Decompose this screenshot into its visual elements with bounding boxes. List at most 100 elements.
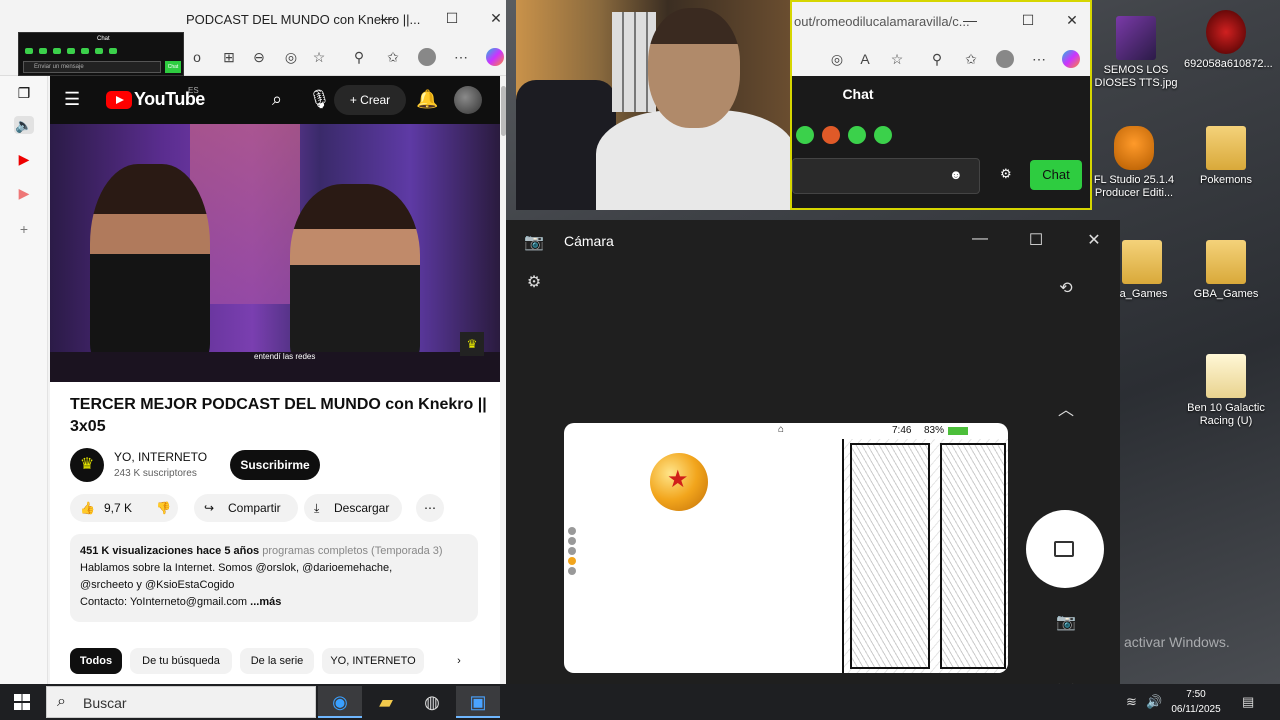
- clock-time: 7:50: [1186, 689, 1206, 700]
- close-icon[interactable]: ✕: [1062, 12, 1082, 29]
- chip-channel[interactable]: YO, INTERNETO: [322, 648, 424, 674]
- maximize-icon[interactable]: ☐: [1018, 12, 1038, 29]
- maximize-icon[interactable]: ☐: [1024, 230, 1048, 250]
- profile-icon[interactable]: [996, 50, 1014, 68]
- tab-actions-icon[interactable]: ❐: [14, 84, 34, 102]
- start-menu-icon[interactable]: [14, 694, 30, 710]
- zoom-icon[interactable]: ⊖: [250, 48, 268, 66]
- settings-gear-icon[interactable]: ⚙: [522, 272, 546, 292]
- subscribe-button[interactable]: Suscribirme: [230, 450, 320, 480]
- youtube-logo-icon[interactable]: [106, 91, 132, 109]
- emote-icon: [67, 48, 75, 54]
- new-tab-icon[interactable]: +: [14, 220, 34, 238]
- like-count[interactable]: 9,7 K: [104, 494, 132, 522]
- chip-from-search[interactable]: De tu búsqueda: [130, 648, 232, 674]
- desktop-icon-pokemons[interactable]: Pokemons: [1184, 126, 1268, 187]
- more-actions-icon[interactable]: ⋯: [416, 494, 444, 522]
- paint-taskbar-icon[interactable]: ▣: [456, 686, 500, 718]
- apps-icon[interactable]: ⊞: [220, 48, 238, 66]
- mini-chat-title: Chat: [97, 36, 110, 42]
- maximize-icon[interactable]: ☐: [442, 10, 462, 27]
- desktop-icon-fl-studio[interactable]: FL Studio 25.1.4 Producer Editi...: [1092, 126, 1176, 200]
- emoji-picker-icon[interactable]: ☻: [949, 167, 963, 182]
- chip-all[interactable]: Todos: [70, 648, 122, 674]
- audio-tab-icon[interactable]: 🔈: [14, 116, 34, 134]
- tracking-icon[interactable]: ◎: [282, 48, 300, 66]
- record-video-button[interactable]: [1026, 510, 1104, 588]
- volume-icon[interactable]: 🔊: [1146, 694, 1162, 710]
- browser-sidebar: ❐ 🔈 ▶ ▶ +: [0, 76, 48, 684]
- chat-message-input[interactable]: ☻: [792, 158, 980, 194]
- search-icon[interactable]: ⌕: [272, 89, 282, 110]
- profile-icon[interactable]: [418, 48, 436, 66]
- desktop-icon-ben10[interactable]: Ben 10 Galactic Racing (U): [1184, 354, 1268, 428]
- mini-chat-input[interactable]: Enviar un mensaje: [23, 61, 161, 73]
- notifications-icon[interactable]: ▤: [1242, 694, 1254, 710]
- emote-icon[interactable]: [796, 126, 814, 144]
- chevron-right-icon[interactable]: ›: [448, 648, 470, 674]
- take-photo-icon[interactable]: 📷: [1054, 612, 1078, 632]
- page-dots: [568, 527, 576, 577]
- taskbar-search[interactable]: ⌕ Buscar: [46, 686, 316, 718]
- favorite-star-icon[interactable]: ☆: [888, 50, 906, 68]
- download-button[interactable]: ⤓ Descargar: [304, 494, 402, 522]
- address-partial[interactable]: o: [188, 48, 206, 66]
- video-player[interactable]: entendí las redes ♛: [50, 124, 500, 382]
- minimize-icon[interactable]: —: [960, 12, 980, 28]
- mini-chat-send-button[interactable]: Chat: [165, 61, 181, 73]
- chevron-up-icon[interactable]: ︿: [1054, 396, 1078, 420]
- video-description[interactable]: 451 K visualizaciones hace 5 años progra…: [70, 534, 478, 622]
- minimize-icon[interactable]: —: [968, 230, 992, 248]
- file-explorer-icon[interactable]: ▰: [364, 686, 408, 718]
- notifications-icon[interactable]: 🔔: [416, 89, 438, 110]
- create-button[interactable]: + Crear: [334, 85, 406, 115]
- chat-send-button[interactable]: Chat: [1030, 160, 1082, 190]
- channel-avatar[interactable]: ♛: [70, 448, 104, 482]
- desktop-icon-gba-games[interactable]: GBA_Games: [1184, 240, 1268, 301]
- download-label: Descargar: [334, 501, 390, 515]
- chat-panel: Chat ☻ ⚙ Chat: [792, 76, 1090, 208]
- show-more-link[interactable]: ...más: [250, 596, 281, 608]
- channel-name[interactable]: YO, INTERNETO: [114, 450, 207, 464]
- favorites-icon[interactable]: ✩: [962, 50, 980, 68]
- favorite-star-icon[interactable]: ☆: [310, 48, 328, 66]
- youtube-tab-icon-2[interactable]: ▶: [14, 184, 34, 202]
- extensions-icon[interactable]: ⚲: [350, 48, 368, 66]
- chip-from-series[interactable]: De la serie: [240, 648, 314, 674]
- emote-icon: [39, 48, 47, 54]
- close-icon[interactable]: ✕: [486, 10, 506, 27]
- emote-icon[interactable]: [848, 126, 866, 144]
- microphone-icon[interactable]: 🎙: [308, 89, 331, 110]
- avatar[interactable]: [454, 86, 482, 114]
- read-aloud-icon[interactable]: A: [856, 50, 874, 68]
- desktop-icon-label: GBA_Games: [1193, 288, 1259, 300]
- wifi-icon[interactable]: ≋: [1126, 694, 1137, 710]
- address-bar[interactable]: out/romeodilucalamaravilla/c...: [794, 14, 970, 29]
- description-line: Hablamos sobre la Internet. Somos @orslo…: [80, 562, 393, 574]
- settings-gear-icon[interactable]: ⚙: [1000, 166, 1012, 182]
- obs-taskbar-icon[interactable]: ◍: [410, 686, 454, 718]
- like-icon[interactable]: 👍: [80, 494, 95, 522]
- share-button[interactable]: ↪ Compartir: [194, 494, 298, 522]
- extensions-icon[interactable]: ⚲: [928, 50, 946, 68]
- switch-camera-icon[interactable]: ⟲: [1054, 278, 1078, 298]
- desktop-icon-image-2[interactable]: 692058a610872...: [1184, 10, 1273, 71]
- close-icon[interactable]: ✕: [1082, 230, 1106, 250]
- copilot-icon[interactable]: [1062, 50, 1080, 68]
- more-icon[interactable]: ⋯: [1030, 50, 1048, 68]
- tracking-icon[interactable]: ◎: [828, 50, 846, 68]
- emote-icon[interactable]: [874, 126, 892, 144]
- youtube-tab-icon[interactable]: ▶: [14, 150, 34, 168]
- dislike-icon[interactable]: 👎: [156, 494, 171, 522]
- emote-icon[interactable]: [822, 126, 840, 144]
- video-person-right: [290, 184, 420, 364]
- favorites-icon[interactable]: ✩: [384, 48, 402, 66]
- menu-icon[interactable]: ☰: [64, 89, 80, 110]
- system-clock[interactable]: 7:50 06/11/2025: [1164, 687, 1228, 717]
- more-icon[interactable]: ⋯: [452, 48, 470, 66]
- copilot-icon[interactable]: [486, 48, 504, 66]
- minimize-icon[interactable]: —: [378, 10, 398, 26]
- scrollbar[interactable]: [501, 86, 506, 136]
- edge-taskbar-icon[interactable]: ◉: [318, 686, 362, 718]
- desktop-icon-image[interactable]: SEMOS LOS DIOSES TTS.jpg: [1094, 16, 1178, 90]
